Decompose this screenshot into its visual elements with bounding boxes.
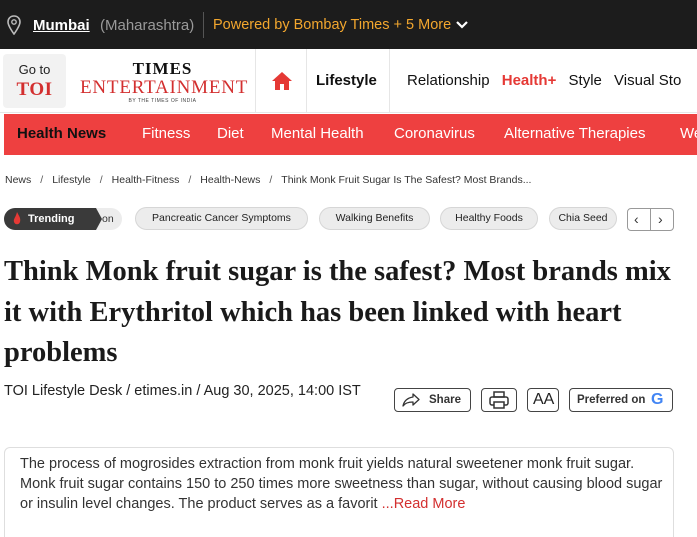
share-icon	[402, 393, 420, 407]
category-nav: Health News Fitness Diet Mental Health C…	[4, 114, 697, 155]
logo-subline: BY THE TIMES OF INDIA	[128, 98, 197, 104]
pager-divider	[650, 208, 651, 231]
nav-health-news[interactable]: Health News	[17, 125, 106, 142]
nav-more[interactable]: We	[680, 125, 697, 142]
breadcrumb: News / Lifestyle / Health-Fitness / Health-New…	[5, 174, 532, 186]
header-divider	[306, 49, 307, 113]
goto-brand: TOI	[16, 79, 53, 100]
top-nav: Relationship Health+ Style Visual Sto	[407, 72, 689, 89]
nav-relationship[interactable]: Relationship	[407, 72, 490, 89]
crumb-health-news[interactable]: Health-News	[200, 174, 260, 186]
nav-style[interactable]: Style	[569, 72, 602, 89]
powered-by-link[interactable]: Powered by Bombay Times + 5 More	[213, 17, 451, 33]
crumb-lifestyle[interactable]: Lifestyle	[52, 174, 91, 186]
section-lifestyle[interactable]: Lifestyle	[316, 72, 377, 89]
logo-line-times: TIMES	[132, 59, 193, 78]
preferred-label: Preferred on	[577, 394, 646, 406]
header-divider	[389, 49, 390, 113]
trending-chip[interactable]: Chia Seed	[549, 207, 617, 230]
topbar-divider	[203, 12, 204, 38]
trending-label: Trending	[28, 213, 75, 225]
city-link[interactable]: Mumbai	[33, 17, 90, 34]
google-icon: G	[651, 391, 664, 408]
trending-chip[interactable]: Healthy Foods	[440, 207, 538, 230]
home-icon[interactable]	[271, 71, 293, 91]
article-byline: TOI Lifestyle Desk / etimes.in / Aug 30,…	[4, 383, 361, 399]
nav-health-plus[interactable]: Health+	[502, 72, 557, 89]
crumb-news[interactable]: News	[5, 174, 31, 186]
read-more-link[interactable]: ...Read More	[382, 496, 466, 512]
nav-alternative-therapies[interactable]: Alternative Therapies	[504, 125, 645, 142]
flame-icon	[13, 212, 21, 225]
crumb-current: Think Monk Fruit Sugar Is The Safest? Mo…	[281, 174, 532, 186]
chevron-down-icon[interactable]	[456, 20, 468, 30]
chevron-left-icon[interactable]: ‹	[634, 211, 639, 227]
trending-chip[interactable]: Pancreatic Cancer Symptoms	[135, 207, 308, 230]
nav-fitness[interactable]: Fitness	[142, 125, 190, 142]
crumb-health-fitness[interactable]: Health-Fitness	[112, 174, 180, 186]
header-divider	[255, 49, 256, 113]
nav-diet[interactable]: Diet	[217, 125, 244, 142]
font-size-label: AA	[533, 391, 555, 408]
trending-chip[interactable]: Walking Benefits	[319, 207, 430, 230]
summary-text: The process of mogrosides extraction fro…	[20, 456, 663, 512]
logo-line-entertainment: ENTERTAINMENT	[80, 77, 249, 98]
nav-mental-health[interactable]: Mental Health	[271, 125, 364, 142]
state-label: (Maharashtra)	[100, 17, 195, 34]
site-logo[interactable]: TIMES ENTERTAINMENT BY THE TIMES OF INDI…	[80, 59, 249, 105]
article-summary: The process of mogrosides extraction fro…	[20, 454, 665, 514]
location-pin-icon	[7, 15, 21, 35]
article-headline: Think Monk fruit sugar is the safest? Mo…	[4, 256, 671, 368]
nav-visual-stories[interactable]: Visual Sto	[614, 72, 681, 89]
chevron-right-icon[interactable]: ›	[658, 211, 663, 227]
print-icon	[489, 391, 509, 409]
nav-coronavirus[interactable]: Coronavirus	[394, 125, 475, 142]
goto-label: Go to	[18, 62, 51, 77]
trending-chip-text: on	[102, 213, 114, 225]
goto-toi-button[interactable]: Go to TOI	[3, 54, 66, 108]
share-label: Share	[429, 394, 461, 406]
